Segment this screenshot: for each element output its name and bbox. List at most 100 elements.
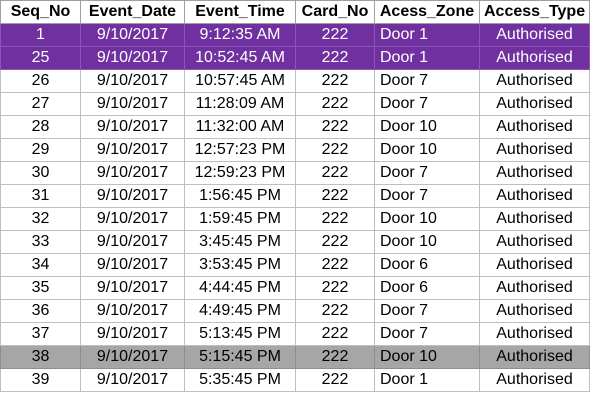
table-row[interactable]: 32 9/10/2017 1:59:45 PM 222 Door 10 Authorise… [0, 207, 590, 231]
cell-card-no[interactable]: 222 [295, 276, 375, 300]
cell-access-type[interactable]: Authorised [479, 23, 590, 47]
cell-access-type[interactable]: Authorised [479, 138, 590, 162]
cell-seq-no[interactable]: 25 [0, 46, 81, 70]
table-row[interactable]: 1 9/10/2017 9:12:35 AM 222 Door 1 Authorised [0, 23, 590, 47]
cell-card-no[interactable]: 222 [295, 345, 375, 369]
header-seq-no[interactable]: Seq_No [0, 0, 81, 24]
cell-access-zone[interactable]: Door 6 [374, 276, 480, 300]
cell-access-zone[interactable]: Door 10 [374, 345, 480, 369]
header-access-type[interactable]: Access_Type [479, 0, 590, 24]
cell-seq-no[interactable]: 28 [0, 115, 81, 139]
cell-event-date[interactable]: 9/10/2017 [80, 161, 185, 185]
table-row[interactable]: 25 9/10/2017 10:52:45 AM 222 Door 1 Authorise… [0, 46, 590, 70]
cell-access-zone[interactable]: Door 7 [374, 184, 480, 208]
cell-event-time[interactable]: 5:13:45 PM [184, 322, 296, 346]
table-row[interactable]: 38 9/10/2017 5:15:45 PM 222 Door 10 Authorise… [0, 345, 590, 369]
cell-event-time[interactable]: 5:35:45 PM [184, 368, 296, 392]
cell-access-zone[interactable]: Door 1 [374, 46, 480, 70]
cell-event-date[interactable]: 9/10/2017 [80, 115, 185, 139]
header-event-time[interactable]: Event_Time [184, 0, 296, 24]
cell-event-time[interactable]: 4:44:45 PM [184, 276, 296, 300]
cell-access-type[interactable]: Authorised [479, 69, 590, 93]
cell-card-no[interactable]: 222 [295, 69, 375, 93]
cell-seq-no[interactable]: 30 [0, 161, 81, 185]
cell-event-date[interactable]: 9/10/2017 [80, 207, 185, 231]
header-event-date[interactable]: Event_Date [80, 0, 185, 24]
cell-access-zone[interactable]: Door 1 [374, 368, 480, 392]
cell-seq-no[interactable]: 34 [0, 253, 81, 277]
cell-access-type[interactable]: Authorised [479, 276, 590, 300]
table-row[interactable]: 34 9/10/2017 3:53:45 PM 222 Door 6 Authorised [0, 253, 590, 277]
cell-access-type[interactable]: Authorised [479, 345, 590, 369]
cell-event-date[interactable]: 9/10/2017 [80, 138, 185, 162]
cell-event-date[interactable]: 9/10/2017 [80, 345, 185, 369]
cell-event-time[interactable]: 9:12:35 AM [184, 23, 296, 47]
cell-event-time[interactable]: 10:57:45 AM [184, 69, 296, 93]
table-row[interactable]: 27 9/10/2017 11:28:09 AM 222 Door 7 Authorise… [0, 92, 590, 116]
cell-event-time[interactable]: 11:28:09 AM [184, 92, 296, 116]
cell-access-zone[interactable]: Door 1 [374, 23, 480, 47]
cell-event-date[interactable]: 9/10/2017 [80, 184, 185, 208]
table-row[interactable]: 30 9/10/2017 12:59:23 PM 222 Door 7 Authorise… [0, 161, 590, 185]
cell-event-time[interactable]: 3:45:45 PM [184, 230, 296, 254]
cell-event-time[interactable]: 1:59:45 PM [184, 207, 296, 231]
cell-access-zone[interactable]: Door 10 [374, 138, 480, 162]
cell-access-zone[interactable]: Door 7 [374, 322, 480, 346]
cell-seq-no[interactable]: 33 [0, 230, 81, 254]
cell-seq-no[interactable]: 35 [0, 276, 81, 300]
cell-access-zone[interactable]: Door 7 [374, 161, 480, 185]
cell-seq-no[interactable]: 29 [0, 138, 81, 162]
cell-seq-no[interactable]: 38 [0, 345, 81, 369]
cell-seq-no[interactable]: 36 [0, 299, 81, 323]
cell-access-zone[interactable]: Door 10 [374, 230, 480, 254]
cell-event-date[interactable]: 9/10/2017 [80, 322, 185, 346]
cell-card-no[interactable]: 222 [295, 299, 375, 323]
table-row[interactable]: 26 9/10/2017 10:57:45 AM 222 Door 7 Authorise… [0, 69, 590, 93]
cell-event-time[interactable]: 11:32:00 AM [184, 115, 296, 139]
cell-event-date[interactable]: 9/10/2017 [80, 368, 185, 392]
table-row[interactable]: 36 9/10/2017 4:49:45 PM 222 Door 7 Authorised [0, 299, 590, 323]
cell-access-type[interactable]: Authorised [479, 184, 590, 208]
cell-access-zone[interactable]: Door 6 [374, 253, 480, 277]
table-row[interactable]: 28 9/10/2017 11:32:00 AM 222 Door 10 Authoris… [0, 115, 590, 139]
cell-access-zone[interactable]: Door 10 [374, 115, 480, 139]
cell-card-no[interactable]: 222 [295, 253, 375, 277]
cell-access-type[interactable]: Authorised [479, 115, 590, 139]
header-card-no[interactable]: Card_No [295, 0, 375, 24]
cell-event-date[interactable]: 9/10/2017 [80, 253, 185, 277]
cell-access-type[interactable]: Authorised [479, 253, 590, 277]
cell-event-time[interactable]: 10:52:45 AM [184, 46, 296, 70]
cell-event-time[interactable]: 1:56:45 PM [184, 184, 296, 208]
cell-access-type[interactable]: Authorised [479, 92, 590, 116]
cell-card-no[interactable]: 222 [295, 207, 375, 231]
table-row[interactable]: 39 9/10/2017 5:35:45 PM 222 Door 1 Authorised [0, 368, 590, 392]
cell-event-time[interactable]: 4:49:45 PM [184, 299, 296, 323]
cell-event-date[interactable]: 9/10/2017 [80, 23, 185, 47]
cell-access-type[interactable]: Authorised [479, 299, 590, 323]
cell-event-date[interactable]: 9/10/2017 [80, 299, 185, 323]
cell-access-zone[interactable]: Door 7 [374, 92, 480, 116]
cell-access-type[interactable]: Authorised [479, 207, 590, 231]
cell-event-date[interactable]: 9/10/2017 [80, 276, 185, 300]
header-access-zone[interactable]: Acess_Zone [374, 0, 480, 24]
cell-card-no[interactable]: 222 [295, 138, 375, 162]
cell-card-no[interactable]: 222 [295, 92, 375, 116]
cell-seq-no[interactable]: 26 [0, 69, 81, 93]
cell-access-type[interactable]: Authorised [479, 322, 590, 346]
cell-seq-no[interactable]: 1 [0, 23, 81, 47]
cell-card-no[interactable]: 222 [295, 23, 375, 47]
cell-access-type[interactable]: Authorised [479, 161, 590, 185]
cell-seq-no[interactable]: 31 [0, 184, 81, 208]
cell-access-type[interactable]: Authorised [479, 230, 590, 254]
cell-card-no[interactable]: 222 [295, 184, 375, 208]
cell-card-no[interactable]: 222 [295, 46, 375, 70]
cell-event-date[interactable]: 9/10/2017 [80, 69, 185, 93]
table-row[interactable]: 37 9/10/2017 5:13:45 PM 222 Door 7 Authorised [0, 322, 590, 346]
table-row[interactable]: 35 9/10/2017 4:44:45 PM 222 Door 6 Authorised [0, 276, 590, 300]
cell-seq-no[interactable]: 32 [0, 207, 81, 231]
cell-event-time[interactable]: 12:59:23 PM [184, 161, 296, 185]
table-row[interactable]: 33 9/10/2017 3:45:45 PM 222 Door 10 Authorise… [0, 230, 590, 254]
table-row[interactable]: 29 9/10/2017 12:57:23 PM 222 Door 10 Authoris… [0, 138, 590, 162]
cell-card-no[interactable]: 222 [295, 322, 375, 346]
cell-event-time[interactable]: 12:57:23 PM [184, 138, 296, 162]
